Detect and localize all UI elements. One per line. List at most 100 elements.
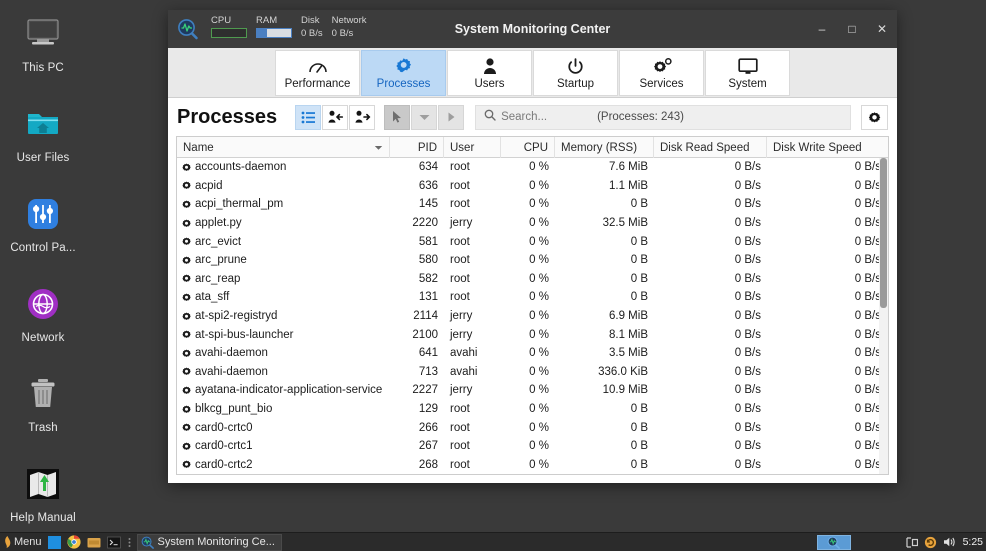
table-row[interactable]: ayatana-indicator-application-service 222… bbox=[177, 381, 888, 400]
volume-tray-icon[interactable] bbox=[943, 536, 956, 548]
launcher-chrome[interactable] bbox=[64, 533, 84, 551]
table-scrollbar[interactable] bbox=[879, 158, 888, 474]
meter-value: 0 B/s bbox=[331, 28, 354, 39]
cell-pid: 580 bbox=[418, 254, 438, 267]
start-menu-button[interactable]: Menu bbox=[0, 533, 45, 551]
process-in-button[interactable] bbox=[322, 104, 349, 130]
process-name-label: accounts-daemon bbox=[195, 161, 287, 174]
column-header-disk-write[interactable]: Disk Write Speed bbox=[767, 137, 887, 158]
chevron-down-icon[interactable] bbox=[374, 142, 383, 154]
table-row[interactable]: avahi-daemon 713 avahi 0 % 336.0 KiB 0 B/s 0 B… bbox=[177, 363, 888, 382]
launcher-files[interactable] bbox=[84, 533, 104, 551]
column-header-memory[interactable]: Memory (RSS) bbox=[555, 137, 654, 158]
column-header-pid[interactable]: PID bbox=[390, 137, 444, 158]
taskbar-grip[interactable] bbox=[124, 533, 135, 551]
desktop-icon-control-panel[interactable]: Control Pa... bbox=[0, 184, 86, 274]
cell-memory: 0 B bbox=[630, 235, 648, 248]
window-titlebar[interactable]: CPU RAM Disk 0 B/s Network 0 B/s System … bbox=[168, 10, 897, 48]
search-input[interactable] bbox=[501, 111, 590, 123]
cell-user: root bbox=[450, 458, 470, 471]
cell-user: root bbox=[450, 198, 470, 211]
tab-users[interactable]: Users bbox=[447, 49, 532, 96]
maximize-button[interactable]: □ bbox=[837, 10, 867, 48]
settings-button[interactable] bbox=[861, 104, 888, 130]
meter-label: Disk bbox=[301, 15, 320, 26]
process-name-label: avahi-daemon bbox=[195, 365, 268, 378]
process-gear-icon bbox=[181, 329, 192, 340]
minimize-button[interactable]: – bbox=[807, 10, 837, 48]
desktop-icon-user-files[interactable]: User Files bbox=[0, 94, 86, 184]
cell-name: accounts-daemon bbox=[177, 158, 390, 177]
system-monitoring-window: CPU RAM Disk 0 B/s Network 0 B/s System … bbox=[168, 10, 897, 483]
taskbar-window-button[interactable]: System Monitoring Ce... bbox=[136, 533, 282, 551]
cell-cpu: 0 % bbox=[529, 291, 549, 304]
table-row[interactable]: arc_reap 582 root 0 % 0 B 0 B/s 0 B/s bbox=[177, 270, 888, 289]
cell-disk-read: 0 B/s bbox=[734, 458, 761, 471]
window-thumbnail[interactable] bbox=[816, 534, 851, 550]
trash-icon bbox=[23, 374, 63, 414]
process-name-label: at-spi2-registryd bbox=[195, 310, 278, 323]
table-row[interactable]: accounts-daemon 634 root 0 % 7.6 MiB 0 B/s 0 B… bbox=[177, 158, 888, 177]
tab-processes[interactable]: Processes bbox=[361, 49, 446, 96]
column-header-name[interactable]: Name bbox=[177, 137, 390, 158]
desktop-icon-trash[interactable]: Trash bbox=[0, 364, 86, 454]
taskbar-clock[interactable]: 5:25 bbox=[963, 536, 983, 548]
cell-user: root bbox=[450, 179, 470, 192]
ram-usage-bar bbox=[256, 28, 292, 38]
scrollbar-thumb[interactable] bbox=[880, 158, 887, 308]
monitor-icon bbox=[23, 14, 63, 54]
cell-name: arc_evict bbox=[177, 232, 390, 251]
tab-label: Users bbox=[474, 78, 505, 90]
close-button[interactable]: ✕ bbox=[867, 10, 897, 48]
column-header-disk-read[interactable]: Disk Read Speed bbox=[654, 137, 767, 158]
process-gear-icon bbox=[181, 273, 192, 284]
menu-icon bbox=[5, 536, 11, 548]
table-row[interactable]: arc_evict 581 root 0 % 0 B 0 B/s 0 B/s bbox=[177, 232, 888, 251]
tab-services[interactable]: Services bbox=[619, 49, 704, 96]
table-row[interactable]: applet.py 2220 jerry 0 % 32.5 MiB 0 B/s 0 B/s bbox=[177, 214, 888, 233]
table-row[interactable]: at-spi2-registryd 2114 jerry 0 % 6.9 MiB 0 B/… bbox=[177, 307, 888, 326]
process-out-button[interactable] bbox=[349, 104, 376, 130]
tab-performance[interactable]: Performance bbox=[275, 49, 360, 96]
cell-name: acpid bbox=[177, 177, 390, 196]
play-button[interactable] bbox=[438, 104, 465, 130]
cell-cpu: 0 % bbox=[529, 310, 549, 323]
pointer-button[interactable] bbox=[384, 104, 411, 130]
table-row[interactable]: blkcg_punt_bio 129 root 0 % 0 B 0 B/s 0 B/s bbox=[177, 400, 888, 419]
table-row[interactable]: card0-crtc1 267 root 0 % 0 B 0 B/s 0 B/s bbox=[177, 437, 888, 456]
desktop-icon-this-pc[interactable]: This PC bbox=[0, 4, 86, 94]
desktop-icon-label: Help Manual bbox=[10, 512, 76, 524]
tab-system[interactable]: System bbox=[705, 49, 790, 96]
table-row[interactable]: avahi-daemon 641 avahi 0 % 3.5 MiB 0 B/s 0 B/s bbox=[177, 344, 888, 363]
system-tray: 5:25 bbox=[816, 533, 986, 551]
table-row[interactable]: acpi_thermal_pm 145 root 0 % 0 B 0 B/s 0 B/s bbox=[177, 195, 888, 214]
table-row[interactable]: at-spi-bus-launcher 2100 jerry 0 % 8.1 MiB 0 … bbox=[177, 325, 888, 344]
display-tray-icon[interactable] bbox=[905, 536, 918, 548]
taskbar: Menu System Monitoring Ce... 5:25 bbox=[0, 532, 986, 551]
table-row[interactable]: card0-crtc0 266 root 0 % 0 B 0 B/s 0 B/s bbox=[177, 418, 888, 437]
process-gear-icon bbox=[181, 441, 192, 452]
cell-user: root bbox=[450, 440, 470, 453]
tab-label: Startup bbox=[556, 78, 595, 90]
desktop-icon-network[interactable]: Network bbox=[0, 274, 86, 364]
column-header-user[interactable]: User bbox=[444, 137, 501, 158]
desktop-icon-help-manual[interactable]: Help Manual bbox=[0, 454, 86, 544]
search-bar[interactable]: (Processes: 243) bbox=[475, 104, 851, 130]
launcher-window[interactable] bbox=[45, 533, 64, 551]
meter-network: Network 0 B/s bbox=[332, 15, 367, 39]
tab-startup[interactable]: Startup bbox=[533, 49, 618, 96]
window-controls: – □ ✕ bbox=[807, 10, 897, 48]
column-header-cpu[interactable]: CPU bbox=[501, 137, 555, 158]
taskbar-launchers: Menu System Monitoring Ce... bbox=[0, 533, 282, 551]
dropdown-button[interactable] bbox=[411, 104, 438, 130]
cell-user: jerry bbox=[450, 217, 473, 230]
table-row[interactable]: card0-crtc2 268 root 0 % 0 B 0 B/s 0 B/s bbox=[177, 456, 888, 475]
update-tray-icon[interactable] bbox=[924, 536, 937, 549]
table-row[interactable]: acpid 636 root 0 % 1.1 MiB 0 B/s 0 B/s bbox=[177, 177, 888, 196]
launcher-terminal[interactable] bbox=[104, 533, 124, 551]
cell-pid: 268 bbox=[418, 458, 438, 471]
list-view-button[interactable] bbox=[295, 104, 322, 130]
cell-pid: 713 bbox=[418, 365, 438, 378]
table-row[interactable]: ata_sff 131 root 0 % 0 B 0 B/s 0 B/s bbox=[177, 288, 888, 307]
table-row[interactable]: arc_prune 580 root 0 % 0 B 0 B/s 0 B/s bbox=[177, 251, 888, 270]
